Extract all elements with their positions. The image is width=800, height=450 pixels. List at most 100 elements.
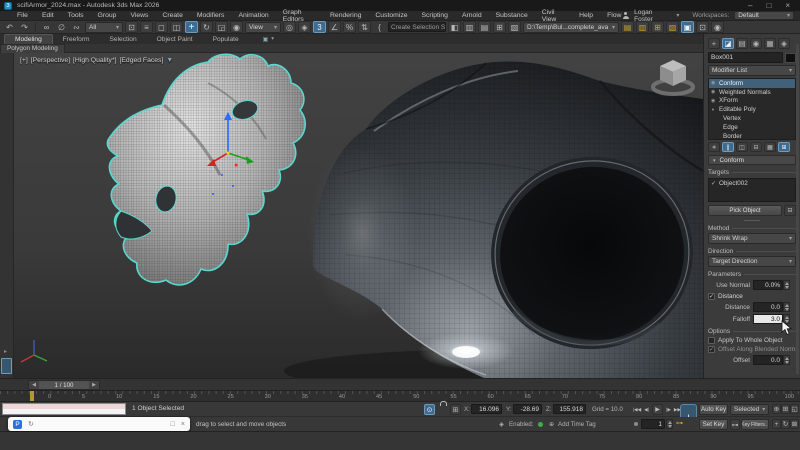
overlay-maximize-icon[interactable]: □: [171, 421, 175, 428]
placement-tool-icon[interactable]: ◉: [230, 21, 243, 33]
subobject-row-edge[interactable]: Edge: [709, 123, 795, 132]
time-slider-track[interactable]: ◀ 1 / 100 ▶: [0, 378, 800, 391]
selection-region-icon[interactable]: ◻: [155, 21, 168, 33]
layout-flyout-arrow-icon[interactable]: ▸: [4, 348, 7, 355]
menu-item[interactable]: Create: [161, 12, 183, 19]
overlay-app-icon[interactable]: P: [13, 420, 22, 429]
menu-item[interactable]: Help: [578, 12, 594, 19]
floating-overlay-window[interactable]: P ↻ □ ×: [8, 417, 190, 431]
modifier-row-editable-poly[interactable]: ▼ Editable Poly: [709, 105, 795, 114]
configure-modifier-icon[interactable]: ▦: [764, 142, 776, 152]
folder-open-icon[interactable]: ▥: [636, 21, 649, 33]
polygon-modeling-panel[interactable]: Polygon Modeling: [0, 44, 65, 53]
subobject-row-border[interactable]: Border: [709, 132, 795, 140]
selected-vertex[interactable]: [235, 164, 238, 167]
edit-stack-icon[interactable]: ⊞: [778, 142, 790, 152]
conform-rollout-header[interactable]: ▼ Conform: [708, 155, 796, 165]
modifier-row-conform[interactable]: ◉ Conform: [709, 79, 795, 88]
distance-checkbox[interactable]: ✓: [708, 293, 715, 300]
snap-3d-icon[interactable]: 3: [313, 21, 326, 33]
link-icon[interactable]: ∞: [40, 21, 53, 33]
zoom-icon[interactable]: ⊕: [772, 404, 781, 414]
import-icon[interactable]: ▧: [666, 21, 679, 33]
modifier-list-dropdown[interactable]: Modifier List ▾: [708, 65, 796, 76]
viewport-quality-menu[interactable]: [High Quality*]: [73, 57, 116, 64]
offset-field[interactable]: 0.0: [753, 355, 783, 365]
previous-frame-icon[interactable]: ◀|: [642, 404, 651, 415]
offset-along-normals-checkbox[interactable]: ✓: [708, 346, 715, 353]
hierarchy-tab-icon[interactable]: ▤: [736, 38, 748, 49]
key-filters-button[interactable]: Key Filters...: [741, 419, 769, 430]
motion-tab-icon[interactable]: ◉: [750, 38, 762, 49]
unlink-icon[interactable]: ∅: [55, 21, 68, 33]
ref-coord-dropdown[interactable]: View ▾: [245, 22, 281, 33]
bind-spacewarp-icon[interactable]: ∾: [70, 21, 83, 33]
named-selection-set-field[interactable]: Create Selection Se: [388, 22, 446, 32]
viewport-shading-menu[interactable]: [Edged Faces]: [120, 57, 164, 64]
modifier-row-weighted-normals[interactable]: ◉ Weighted Normals: [709, 88, 795, 97]
tab-selection[interactable]: Selection: [100, 35, 147, 44]
modifier-row-xform[interactable]: ◉ XForm: [709, 97, 795, 106]
zoom-extents-icon[interactable]: ◱: [790, 404, 799, 414]
tab-modeling[interactable]: Modeling: [4, 34, 53, 44]
menu-item[interactable]: Edit: [41, 12, 55, 19]
viewport-pov-menu[interactable]: [Perspective]: [31, 57, 70, 64]
select-by-name-icon[interactable]: ≡: [140, 21, 153, 33]
y-coordinate-field[interactable]: -28.69: [513, 404, 542, 414]
track-bar[interactable]: 0510152025303540455055606570758085909510…: [0, 391, 800, 402]
menu-item[interactable]: Tools: [67, 12, 85, 19]
render-setup-icon[interactable]: ▣: [681, 21, 694, 33]
next-frame-arrow-icon[interactable]: ▶: [89, 381, 99, 389]
panel-scrollbar[interactable]: [796, 44, 799, 374]
named-sets-icon[interactable]: {: [373, 21, 386, 33]
ribbon-config-icon[interactable]: ▣: [263, 36, 269, 43]
redo-icon[interactable]: ↷: [18, 21, 31, 33]
menu-item[interactable]: File: [16, 12, 29, 19]
select-object-icon[interactable]: ⊡: [125, 21, 138, 33]
menu-item[interactable]: Views: [129, 12, 149, 19]
visibility-eye-icon[interactable]: ◉: [711, 89, 717, 95]
pick-object-button[interactable]: Pick Object: [708, 205, 782, 216]
time-slider-handle[interactable]: ◀ 1 / 100 ▶: [28, 380, 100, 390]
create-tab-icon[interactable]: +: [708, 38, 720, 49]
mirror-icon[interactable]: ◧: [448, 21, 461, 33]
delete-target-icon[interactable]: ⊟: [784, 205, 796, 216]
auto-key-button[interactable]: Auto Key: [699, 404, 728, 415]
target-list[interactable]: ✓ Object002: [708, 178, 796, 202]
falloff-field[interactable]: 3.0: [753, 314, 783, 324]
current-frame-field[interactable]: 1: [641, 419, 665, 429]
render-frame-icon[interactable]: ⊡: [696, 21, 709, 33]
pin-stack-icon[interactable]: ∗: [708, 142, 720, 152]
maxscript-mini-listener[interactable]: [2, 403, 126, 415]
perspective-viewport[interactable]: [14, 53, 703, 378]
spinner-snap-icon[interactable]: ⇅: [358, 21, 371, 33]
prev-frame-arrow-icon[interactable]: ◀: [29, 381, 39, 389]
z-coordinate-field[interactable]: 155.918: [553, 404, 586, 414]
x-coordinate-field[interactable]: 16.096: [471, 404, 502, 414]
key-mode-icon[interactable]: ⊶: [730, 419, 740, 430]
workspace-dropdown[interactable]: Default ▾: [734, 11, 794, 20]
funnel-filter-icon[interactable]: ▼: [166, 57, 173, 64]
adaptive-toggle-icon[interactable]: ◈: [496, 419, 507, 430]
object-name-field[interactable]: Box001: [708, 52, 783, 63]
menu-item[interactable]: Group: [97, 12, 118, 19]
frame-spinner[interactable]: [666, 419, 673, 429]
orbit-icon[interactable]: ↻: [781, 419, 790, 429]
undo-icon[interactable]: ↶: [3, 21, 16, 33]
menu-item[interactable]: Substance: [495, 12, 529, 19]
use-normal-field[interactable]: 0.0%: [753, 280, 783, 290]
object-color-swatch[interactable]: [785, 53, 796, 63]
next-frame-icon[interactable]: |▶: [664, 404, 673, 415]
make-unique-icon[interactable]: ◫: [736, 142, 748, 152]
distance-spinner[interactable]: [783, 302, 790, 312]
show-end-result-icon[interactable]: ∥: [722, 142, 734, 152]
tab-populate[interactable]: Populate: [203, 35, 249, 44]
display-tab-icon[interactable]: ▦: [764, 38, 776, 49]
time-caret[interactable]: [30, 391, 34, 401]
tab-object-paint[interactable]: Object Paint: [147, 35, 203, 44]
apply-whole-object-checkbox[interactable]: [708, 337, 715, 344]
ribbon-collapse-icon[interactable]: ▾: [271, 36, 274, 42]
move-tool-icon[interactable]: +: [185, 21, 198, 33]
window-crossing-icon[interactable]: ◫: [170, 21, 183, 33]
folder-icon[interactable]: ▤: [621, 21, 634, 33]
